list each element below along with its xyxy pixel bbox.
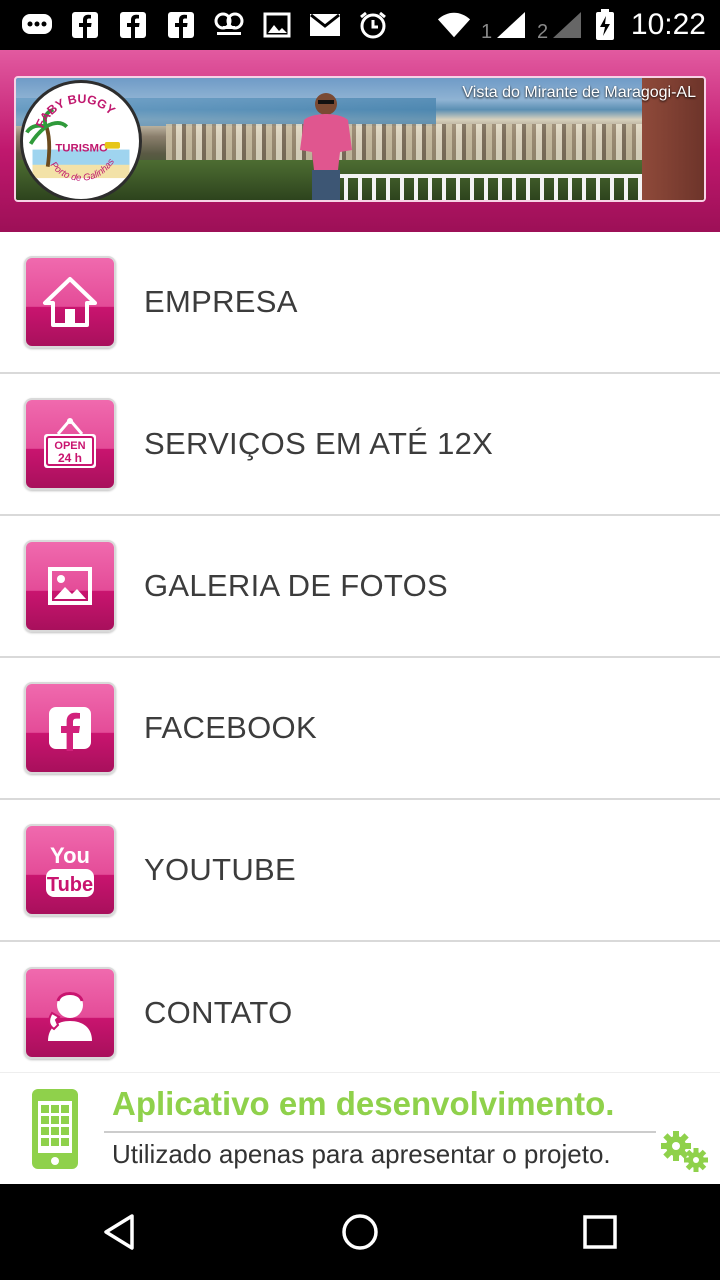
header-photo: Vista do Mirante de Maragogi-AL FABY BUG… — [14, 76, 706, 202]
system-status-icons: 1 2 10:22 — [437, 8, 720, 42]
youtube-icon-line2: Tube — [47, 874, 93, 896]
gears-icon — [661, 1131, 708, 1172]
alarm-icon — [356, 9, 390, 41]
recents-icon[interactable] — [560, 1192, 640, 1272]
menu-label-servicos: SERVIÇOS EM ATÉ 12X — [144, 426, 494, 461]
status-bar: 1 2 10:22 — [0, 0, 720, 50]
menu-item-empresa[interactable]: EMPRESA — [0, 232, 720, 374]
open-24h-sign-icon: OPEN 24 h — [24, 398, 116, 490]
logo-middle-text: TURISMO — [55, 142, 108, 154]
menu-item-facebook[interactable]: FACEBOOK — [0, 658, 720, 800]
chat-icon — [20, 9, 54, 41]
photo-town — [166, 124, 646, 164]
photo-person — [300, 93, 352, 200]
youtube-icon: You Tube — [24, 824, 116, 916]
facebook-icon — [24, 682, 116, 774]
menu-label-empresa: EMPRESA — [144, 284, 298, 319]
menu-label-galeria: GALERIA DE FOTOS — [144, 568, 448, 603]
dev-banner-subtitle: Utilizado apenas para apresentar o proje… — [112, 1139, 611, 1169]
mail-icon — [308, 9, 342, 41]
menu-label-contato: CONTATO — [144, 995, 293, 1030]
menu-label-youtube: YOUTUBE — [144, 852, 296, 887]
development-banner[interactable]: Aplicativo em desenvolvimento. Utilizado… — [0, 1072, 720, 1184]
back-icon[interactable] — [80, 1192, 160, 1272]
image-icon — [260, 9, 294, 41]
clock: 10:22 — [630, 8, 706, 41]
voicemail-icon — [212, 9, 246, 41]
youtube-icon-line1: You — [50, 843, 90, 868]
menu-item-youtube[interactable]: You Tube YOUTUBE — [0, 800, 720, 942]
header-banner: Vista do Mirante de Maragogi-AL FABY BUG… — [0, 50, 720, 232]
facebook-icon — [116, 9, 150, 41]
open-sign-line2: 24 h — [58, 451, 82, 465]
facebook-icon — [164, 9, 198, 41]
header-caption: Vista do Mirante de Maragogi-AL — [462, 84, 696, 101]
system-navigation-bar — [0, 1184, 720, 1280]
home-icon — [24, 256, 116, 348]
signal-sim2-icon: 2 — [537, 9, 583, 41]
sim1-label: 1 — [481, 21, 492, 40]
menu-item-contato[interactable]: CONTATO — [0, 942, 720, 1084]
picture-icon — [24, 540, 116, 632]
battery-charging-icon — [593, 9, 617, 41]
company-logo: FABY BUGGY TURISMO Porto de Galinhas — [20, 80, 142, 200]
dev-banner-title: Aplicativo em desenvolvimento. — [112, 1085, 615, 1122]
wifi-icon — [437, 9, 471, 41]
smartphone-icon — [32, 1089, 78, 1169]
menu-item-galeria[interactable]: GALERIA DE FOTOS — [0, 516, 720, 658]
menu-item-servicos[interactable]: OPEN 24 h SERVIÇOS EM ATÉ 12X — [0, 374, 720, 516]
home-circle-icon[interactable] — [320, 1192, 400, 1272]
dev-banner-divider — [104, 1131, 656, 1133]
main-menu: EMPRESA OPEN 24 h SERVIÇOS EM ATÉ 12X GA… — [0, 232, 720, 1084]
facebook-icon — [68, 9, 102, 41]
notification-icons — [0, 9, 390, 41]
contact-person-icon — [24, 967, 116, 1059]
signal-sim1-icon: 1 — [481, 9, 527, 41]
menu-label-facebook: FACEBOOK — [144, 710, 317, 745]
sim2-label: 2 — [537, 21, 548, 40]
